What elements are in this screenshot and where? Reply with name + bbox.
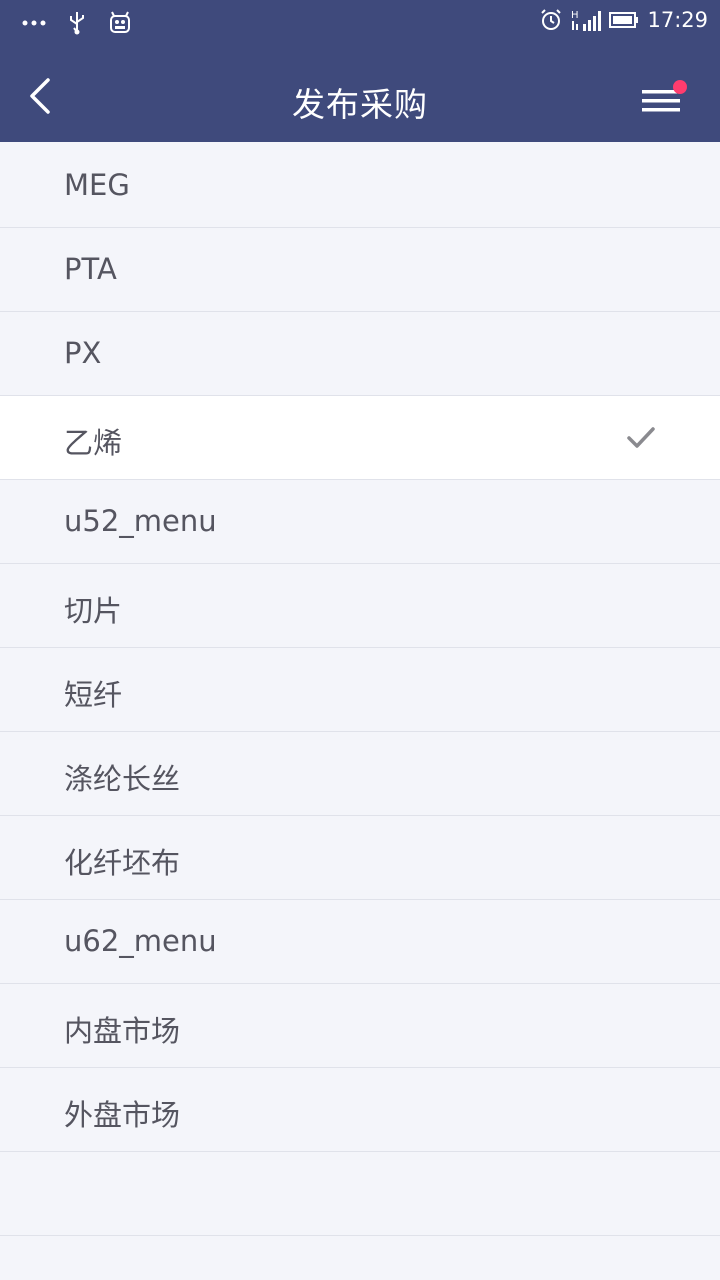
list-item-label: 乙烯 (64, 426, 123, 460)
list-item-label: 化纤坯布 (64, 846, 181, 880)
list-item-label: PTA (64, 252, 117, 286)
more-dots-icon (22, 20, 46, 26)
list-item-label: MEG (64, 168, 130, 202)
signal-icon: H (571, 10, 602, 31)
list-item-staple-fiber[interactable]: 短纤 (0, 648, 720, 732)
list-item-chips[interactable]: 切片 (0, 564, 720, 648)
notification-dot (673, 80, 687, 94)
page-title: 发布采购 (292, 85, 428, 124)
status-time: 17:29 (647, 8, 708, 32)
list-item-domestic-market[interactable]: 内盘市场 (0, 984, 720, 1068)
list-item-empty (0, 1152, 720, 1236)
list-item-ethylene[interactable]: 乙烯 (0, 396, 720, 480)
list-item-label: 外盘市场 (64, 1098, 181, 1132)
list-item-u52-menu[interactable]: u52_menu (0, 480, 720, 564)
list-item-polyester-filament[interactable]: 涤纶长丝 (0, 732, 720, 816)
list-item-greige-fabric[interactable]: 化纤坯布 (0, 816, 720, 900)
list-item-label: PX (64, 336, 102, 370)
list-item-label: 切片 (64, 594, 123, 628)
svg-text:H: H (571, 10, 579, 21)
status-bar-right: H 17:29 (539, 8, 708, 32)
battery-icon (609, 12, 639, 28)
list-item-px[interactable]: PX (0, 312, 720, 396)
checkmark-icon (627, 427, 655, 448)
status-bar-left (22, 10, 132, 36)
list-item-label: u52_menu (64, 504, 217, 538)
usb-icon (70, 12, 84, 35)
list-item-foreign-market[interactable]: 外盘市场 (0, 1068, 720, 1152)
list-item-label: u62_menu (64, 924, 217, 958)
category-list: MEG PTA PX 乙烯 u52_menu 切片 短纤 涤纶长丝 化纤坯布 u… (0, 144, 720, 1236)
list-item-label: 涤纶长丝 (64, 762, 181, 796)
list-item-meg[interactable]: MEG (0, 144, 720, 228)
status-bar: H 17:29 (0, 0, 720, 48)
android-debug-icon (110, 11, 130, 33)
alarm-icon (541, 9, 562, 30)
header-bar: 发布采购 (0, 48, 720, 142)
list-item-u62-menu[interactable]: u62_menu (0, 900, 720, 984)
list-item-label: 内盘市场 (64, 1014, 181, 1048)
list-item-label: 短纤 (64, 678, 123, 712)
list-item-pta[interactable]: PTA (0, 228, 720, 312)
